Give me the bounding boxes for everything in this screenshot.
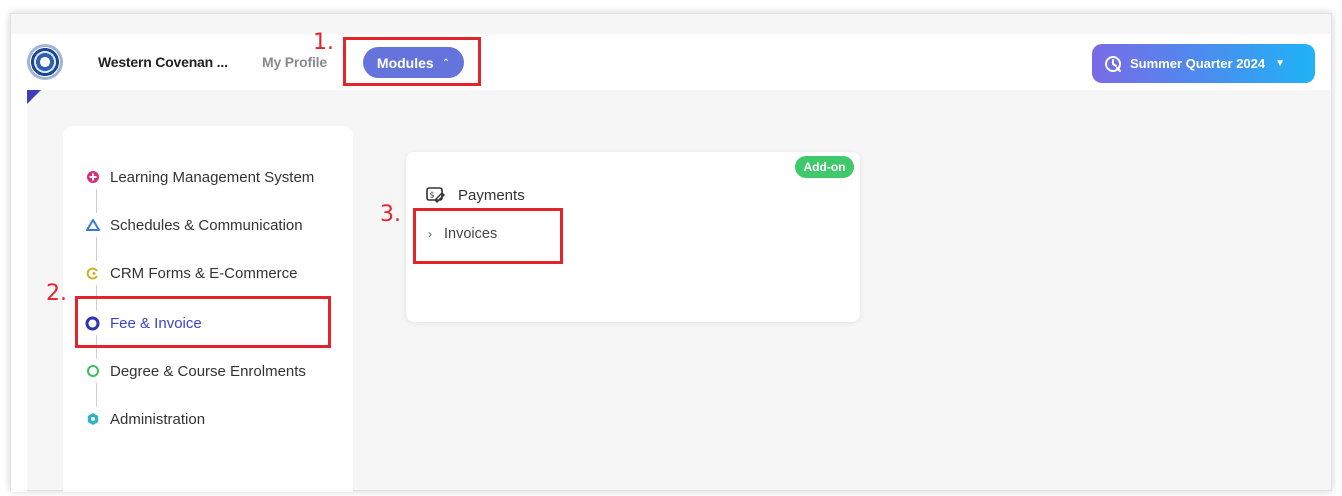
sidebar-item-label: Fee & Invoice (110, 314, 202, 332)
sidebar-item-label: Learning Management System (110, 168, 315, 186)
caret-down-icon: ▼ (1275, 58, 1286, 69)
module-submenu-panel: Add-on $ Payments › Invoices (406, 152, 860, 322)
sidebar-item-administration[interactable]: Administration (85, 407, 206, 431)
invoices-link[interactable]: › Invoices (428, 226, 497, 242)
quarter-selector-label: Summer Quarter 2024 (1130, 56, 1266, 71)
modules-sidebar: Learning Management System Schedules & C… (63, 126, 353, 492)
modules-button-label: Modules (376, 54, 434, 71)
sidebar-item-degree-course-enrolments[interactable]: Degree & Course Enrolments (85, 359, 306, 383)
app-window: Western Covenan ... My Profile Modules ⌃… (10, 13, 1332, 492)
sidebar-item-learning-management-system[interactable]: Learning Management System (85, 165, 315, 189)
calendar-clock-icon (1105, 55, 1121, 72)
organization-name[interactable]: Western Covenan ... (98, 54, 228, 70)
school-seal-logo[interactable] (27, 44, 63, 80)
left-edge-strip (11, 90, 27, 492)
sidebar-item-label: Administration (110, 410, 206, 428)
ring-icon (85, 316, 100, 331)
triangle-icon (85, 218, 100, 233)
quarter-selector-button[interactable]: Summer Quarter 2024 ▼ (1092, 44, 1315, 83)
step3-label: 3. (380, 202, 401, 227)
addon-badge: Add-on (795, 156, 854, 178)
payments-section-title: Payments (458, 186, 525, 204)
corner-accent (27, 90, 41, 104)
payments-icon: $ (426, 187, 445, 203)
top-navigation-bar: Western Covenan ... My Profile Modules ⌃… (11, 34, 1331, 90)
svg-text:$: $ (430, 191, 435, 200)
chevron-up-icon: ⌃ (441, 58, 451, 69)
sidebar-item-label: Degree & Course Enrolments (110, 362, 306, 380)
step2-label: 2. (46, 281, 67, 306)
step1-label: 1. (313, 30, 334, 55)
sidebar-item-label: Schedules & Communication (110, 216, 303, 234)
sidebar-item-crm-forms-ecommerce[interactable]: CRM Forms & E-Commerce (85, 261, 298, 285)
chevron-right-icon: › (428, 227, 432, 241)
crm-icon (85, 266, 100, 281)
ring-icon (85, 364, 100, 379)
modules-button[interactable]: Modules ⌃ (363, 47, 464, 78)
sidebar-item-fee-invoice[interactable]: Fee & Invoice (85, 311, 202, 335)
sidebar-item-schedules-communication[interactable]: Schedules & Communication (85, 213, 303, 237)
invoices-link-label: Invoices (444, 226, 498, 242)
gear-icon (85, 412, 100, 427)
payments-section-header: $ Payments (426, 186, 525, 204)
sidebar-item-label: CRM Forms & E-Commerce (110, 264, 298, 282)
my-profile-link[interactable]: My Profile (262, 54, 327, 70)
lms-icon (85, 170, 100, 185)
